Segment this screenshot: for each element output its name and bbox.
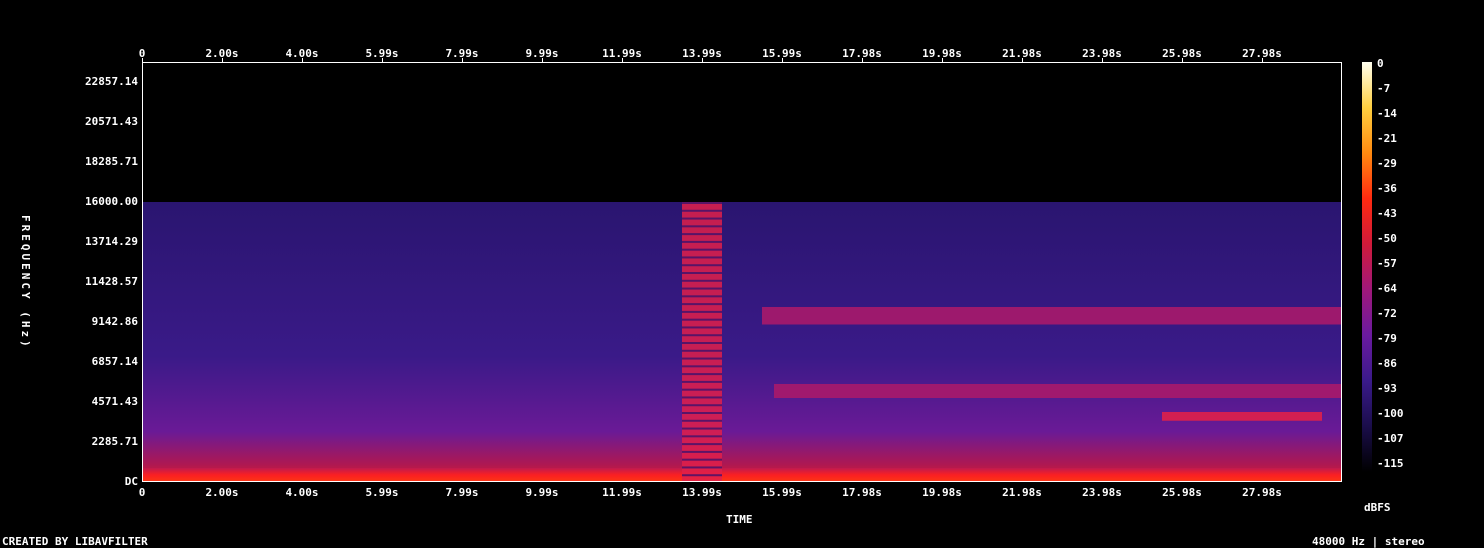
burst-striation <box>682 412 722 414</box>
colorbar-tick-label: -43 <box>1377 207 1397 220</box>
colorbar-tick-label: -36 <box>1377 182 1397 195</box>
colorbar-tick-label: -50 <box>1377 232 1397 245</box>
colorbar-tick-label: -7 <box>1377 82 1391 95</box>
burst-striation <box>682 233 722 236</box>
y-tick-label: DC <box>124 475 138 488</box>
x-tick-label: 0 <box>138 486 146 499</box>
y-tick-label: 6857.14 <box>91 355 138 368</box>
burst-striation <box>682 435 722 438</box>
colorbar-tick-label: -79 <box>1377 332 1397 345</box>
feature-low-band <box>142 468 1342 482</box>
burst-striation <box>682 295 722 298</box>
x-tick-label: 21.98s <box>1002 486 1042 499</box>
burst-striation <box>682 404 722 407</box>
colorbar-tick-label: 0 <box>1377 57 1384 70</box>
y-tick-label: 2285.71 <box>91 435 138 448</box>
y-tick-label: 16000.00 <box>85 195 138 208</box>
colorbar-tick-label: -14 <box>1377 107 1397 120</box>
feature-band-9.5k <box>762 307 1342 325</box>
colorbar-tick-label: -21 <box>1377 132 1397 145</box>
x-tick-label: 19.98s <box>922 486 962 499</box>
colorbar-tick-label: -72 <box>1377 307 1397 320</box>
y-axis-label: FREQUENCY (Hz) <box>19 215 32 350</box>
burst-striation <box>682 287 722 290</box>
feature-band-5k <box>774 384 1342 398</box>
feature-band-3.8k <box>1162 412 1322 421</box>
burst-striation <box>682 443 722 446</box>
spectrogram-svg <box>142 62 1342 482</box>
colorbar-tick-label: -86 <box>1377 357 1397 370</box>
burst-striation <box>682 396 722 399</box>
colorbar-tick-label: -107 <box>1377 432 1404 445</box>
y-tick-label: 20571.43 <box>85 115 138 128</box>
burst-striation <box>682 225 722 228</box>
colorbar-label: dBFS <box>1364 501 1391 514</box>
burst-striation <box>682 303 722 306</box>
burst-striation <box>682 380 722 383</box>
colorbar-tick-label: -93 <box>1377 382 1397 395</box>
y-tick-label: 4571.43 <box>91 395 138 408</box>
colorbar-tick-label: -115 <box>1377 457 1404 470</box>
y-tick-label: 18285.71 <box>85 155 138 168</box>
burst-striation <box>682 419 722 422</box>
burst-striation <box>682 240 722 243</box>
burst-striation <box>682 318 722 321</box>
x-tick-label: 7.99s <box>445 486 479 499</box>
burst-striation <box>682 388 722 391</box>
burst-striation <box>682 450 722 453</box>
x-axis-label: TIME <box>726 513 753 526</box>
burst-striation <box>682 272 722 274</box>
footer-credit: CREATED BY LIBAVFILTER <box>2 535 148 548</box>
x-tick-label: 27.98s <box>1242 486 1282 499</box>
burst-striation <box>682 357 722 360</box>
burst-striation <box>682 474 722 477</box>
burst-striation <box>682 279 722 282</box>
burst-striation <box>682 217 722 220</box>
burst-striation <box>682 373 722 376</box>
x-tick-label: 23.98s <box>1082 486 1122 499</box>
x-tick-label: 25.98s <box>1162 486 1202 499</box>
x-tick-label: 2.00s <box>205 486 239 499</box>
burst-striation <box>682 248 722 251</box>
colorbar <box>1362 62 1372 472</box>
burst-striation <box>682 466 722 469</box>
burst-striation <box>682 342 722 344</box>
x-tick-label: 15.99s <box>762 486 802 499</box>
burst-striation <box>682 326 722 329</box>
x-tick-label: 9.99s <box>525 486 559 499</box>
x-tick-label: 17.98s <box>842 486 882 499</box>
x-tick-label: 4.00s <box>285 486 319 499</box>
burst-striation <box>682 365 722 368</box>
colorbar-gradient <box>1362 62 1372 472</box>
colorbar-svg <box>1362 62 1372 472</box>
colorbar-tick-label: -29 <box>1377 157 1397 170</box>
burst-striation <box>682 349 722 352</box>
burst-striation <box>682 458 722 461</box>
spectrogram-plot <box>142 62 1342 482</box>
colorbar-tick-label: -100 <box>1377 407 1404 420</box>
burst-striation <box>682 427 722 430</box>
y-tick-label: 22857.14 <box>85 75 138 88</box>
colorbar-tick-label: -57 <box>1377 257 1397 270</box>
x-tick-label: 13.99s <box>682 486 722 499</box>
x-tick-label: 5.99s <box>365 486 399 499</box>
colorbar-tick-label: -64 <box>1377 282 1397 295</box>
x-tick-label: 11.99s <box>602 486 642 499</box>
burst-striation <box>682 202 722 204</box>
burst-striation <box>682 264 722 267</box>
burst-striation <box>682 209 722 212</box>
burst-striation <box>682 334 722 337</box>
footer-format: 48000 Hz | stereo <box>1312 535 1425 548</box>
spectral-content <box>142 202 1342 482</box>
burst-striation <box>682 310 722 313</box>
burst-striation <box>682 256 722 259</box>
